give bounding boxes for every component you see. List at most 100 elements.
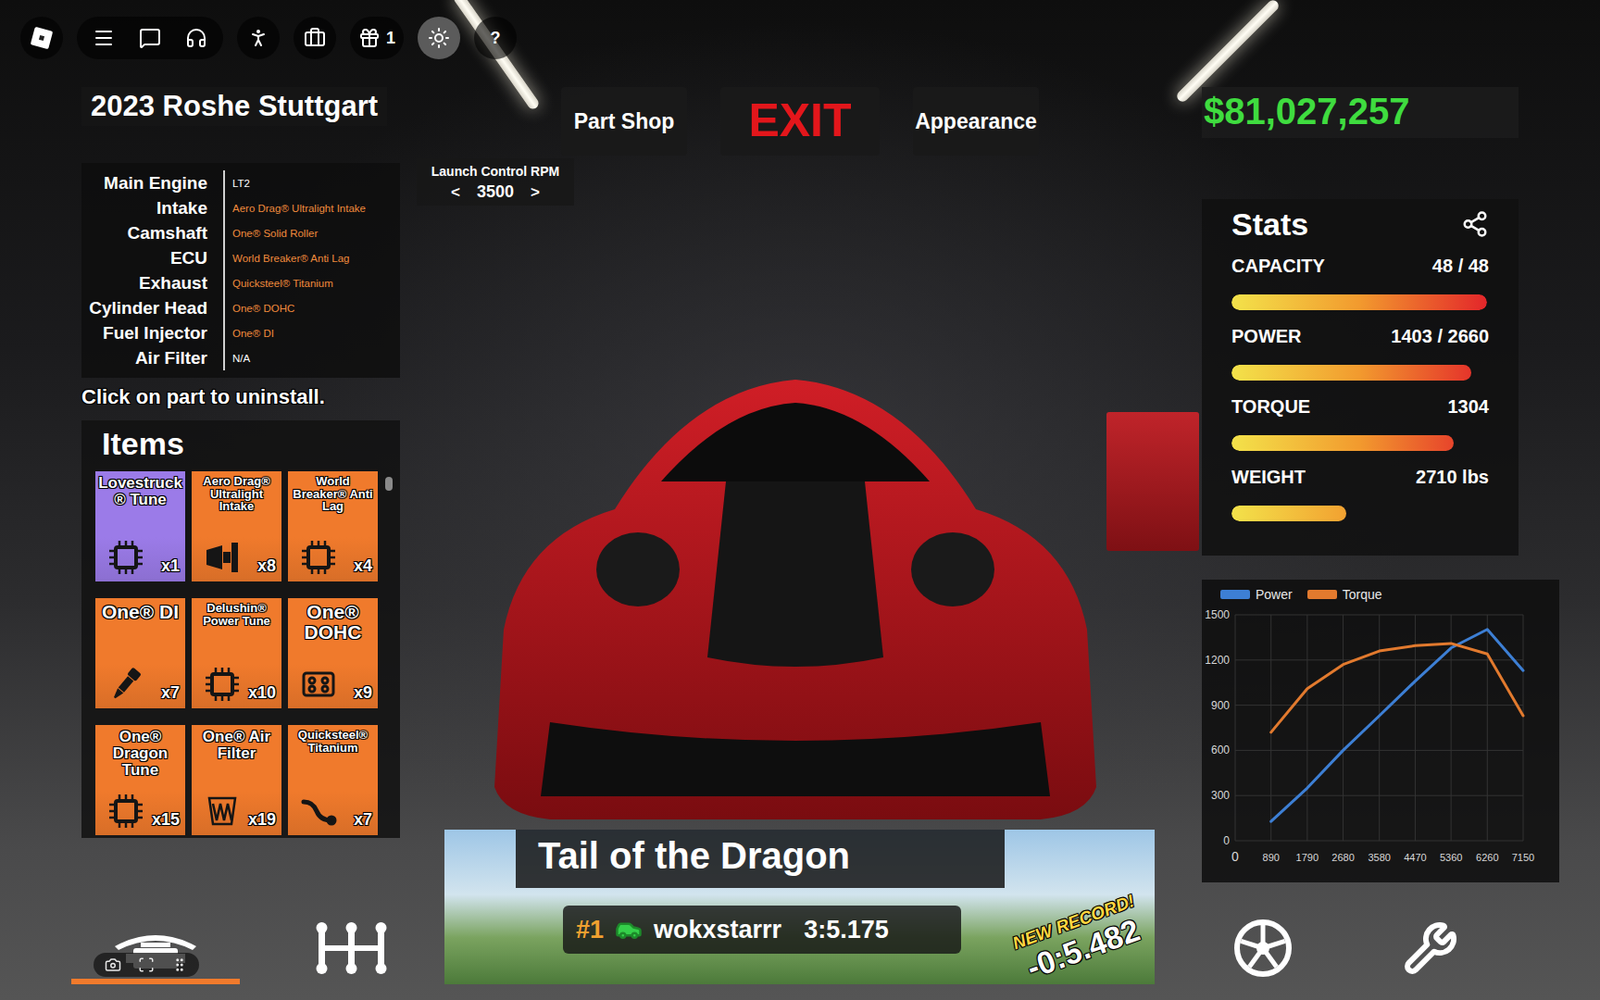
item-count: x4 <box>353 556 373 576</box>
part-label: ECU <box>81 248 224 269</box>
stat-bar <box>1231 294 1488 311</box>
legend-item: Power <box>1220 587 1293 602</box>
svg-text:6260: 6260 <box>1475 851 1499 863</box>
power-torque-chart: 1500120090060030000890179026803580447053… <box>1201 605 1560 883</box>
item-tile[interactable]: Quicksteel® Titaniumx7 <box>287 725 378 836</box>
left-column: 2023 Roshe StuttgartMain EngineLT2Intake… <box>81 87 400 985</box>
svg-text:890: 890 <box>1262 851 1280 863</box>
launch-control-title: Launch Control RPM <box>431 163 560 179</box>
y-tick: 300 <box>1211 788 1524 802</box>
wheel-icon <box>1233 918 1293 978</box>
part-value[interactable]: One® DOHC <box>223 295 295 321</box>
scroll-thumb[interactable] <box>385 476 393 491</box>
uninstall-hint: Click on part to uninstall. <box>81 385 400 410</box>
part-label: Exhaust <box>81 273 224 294</box>
car-icon <box>614 915 643 944</box>
leaderboard-banner: Tail of the Dragon#1wokxstarrr3:5.175NEW… <box>444 829 1155 985</box>
plain-nav-button[interactable]: Appearance <box>912 87 1039 156</box>
voice-button[interactable] <box>175 16 218 60</box>
game-screen: 1? 2023 Roshe StuttgartMain EngineLT2Inta… <box>0 0 1600 1000</box>
x-tick: 2680 <box>1331 614 1354 863</box>
part-value[interactable]: LT2 <box>223 170 250 196</box>
part-value[interactable]: One® Solid Roller <box>223 220 318 246</box>
svg-text:5360: 5360 <box>1439 851 1463 863</box>
gift-button[interactable]: 1 <box>355 16 399 60</box>
part-value[interactable]: One® DI <box>223 320 275 346</box>
intake-part-icon <box>203 538 241 576</box>
part-label: Fuel Injector <box>81 323 224 344</box>
x-tick: 7150 <box>1512 614 1535 863</box>
part-value[interactable]: Aero Drag® Ultralight Intake <box>223 195 366 221</box>
items-scrollbar[interactable] <box>385 476 393 829</box>
item-tile[interactable]: One® DOHCx9 <box>287 598 378 709</box>
record-icon[interactable] <box>137 956 155 974</box>
installed-parts: Main EngineLT2IntakeAero Drag® Ultraligh… <box>81 162 400 378</box>
item-tile[interactable]: One® Dragon Tunex15 <box>95 725 186 836</box>
stat-value: 48 / 48 <box>1432 255 1489 278</box>
wheel-tab[interactable] <box>1225 917 1300 985</box>
share-icon[interactable] <box>1461 210 1489 238</box>
part-row[interactable]: Cylinder HeadOne® DOHC <box>81 295 389 321</box>
menu-button[interactable] <box>82 16 125 60</box>
chip-part-icon <box>107 792 145 830</box>
brightness-button[interactable] <box>417 16 461 60</box>
plain-nav-button[interactable]: Part Shop <box>561 87 688 156</box>
part-row[interactable]: Air FilterN/A <box>81 345 389 371</box>
stats-panel: StatsCAPACITY48 / 48POWER1403 / 2660TORQ… <box>1201 199 1519 556</box>
part-value[interactable]: World Breaker® Anti Lag <box>223 245 350 271</box>
backpack-button[interactable] <box>293 16 337 60</box>
garage-layout: 2023 Roshe StuttgartMain EngineLT2Intake… <box>0 59 1600 1000</box>
topbar-group <box>76 16 224 60</box>
shifter-tab[interactable] <box>310 917 394 985</box>
svg-text:900: 900 <box>1211 699 1230 713</box>
stat-value: 1304 <box>1448 396 1490 419</box>
part-row[interactable]: CamshaftOne® Solid Roller <box>81 220 389 246</box>
headset-icon <box>185 26 208 50</box>
items-body: Lovestruck® Tunex1Aero Drag® Ultralight … <box>81 467 400 838</box>
item-count: x8 <box>257 556 276 576</box>
item-name: One® DI <box>98 601 183 623</box>
part-row[interactable]: Fuel InjectorOne® DI <box>81 320 389 346</box>
part-row[interactable]: IntakeAero Drag® Ultralight Intake <box>81 195 389 221</box>
sun-icon <box>427 26 450 50</box>
chip-part-icon <box>203 665 241 703</box>
item-name: One® Dragon Tune <box>98 728 183 779</box>
center-column: Part Shop EXIT Appearance Launch Control RP… <box>416 87 1186 985</box>
rpm-decrease[interactable]: < <box>450 183 461 202</box>
item-tile[interactable]: One® Air Filterx19 <box>191 725 282 836</box>
item-tile[interactable]: Aero Drag® Ultralight Intake x8 <box>191 471 282 582</box>
item-count: x7 <box>353 810 373 830</box>
stat-bar-fill <box>1231 364 1472 381</box>
emote-button[interactable] <box>237 16 280 60</box>
stat-value: 2710 lbs <box>1415 466 1489 489</box>
part-value[interactable]: Quicksteel® Titanium <box>223 270 334 296</box>
stat-row: CAPACITY48 / 48 <box>1231 255 1489 311</box>
part-label: Cylinder Head <box>81 298 224 319</box>
stat-label: TORQUE <box>1231 396 1311 419</box>
part-row[interactable]: Main EngineLT2 <box>81 170 389 196</box>
rpm-increase[interactable]: > <box>530 183 540 202</box>
svg-text:1200: 1200 <box>1204 653 1230 667</box>
item-tile[interactable]: World Breaker® Anti Lagx4 <box>287 471 378 582</box>
stats-header: Stats <box>1231 203 1489 245</box>
item-name: Aero Drag® Ultralight Intake <box>194 475 279 513</box>
svg-text:2680: 2680 <box>1331 851 1354 863</box>
chat-button[interactable] <box>128 16 172 60</box>
item-tile[interactable]: Lovestruck® Tunex1 <box>95 471 186 582</box>
screenshot-icon[interactable] <box>104 956 122 974</box>
part-row[interactable]: ExhaustQuicksteel® Titanium <box>81 270 389 296</box>
item-tile[interactable]: One® DIx7 <box>95 598 186 709</box>
item-count: x1 <box>161 556 180 576</box>
logo-button[interactable] <box>20 16 63 60</box>
part-value[interactable]: N/A <box>223 345 250 371</box>
svg-text:1500: 1500 <box>1204 608 1230 622</box>
item-tile[interactable]: Delushin® Power Tunex10 <box>191 598 282 709</box>
exit-nav-button[interactable]: EXIT <box>720 87 880 156</box>
grip-icon[interactable] <box>171 956 188 974</box>
stat-bar-fill <box>1231 505 1347 522</box>
help-button[interactable]: ? <box>474 16 517 60</box>
svg-text:3580: 3580 <box>1367 851 1390 863</box>
tools-tab[interactable] <box>1393 917 1468 985</box>
part-row[interactable]: ECUWorld Breaker® Anti Lag <box>81 245 389 271</box>
topbar-group <box>20 16 63 60</box>
